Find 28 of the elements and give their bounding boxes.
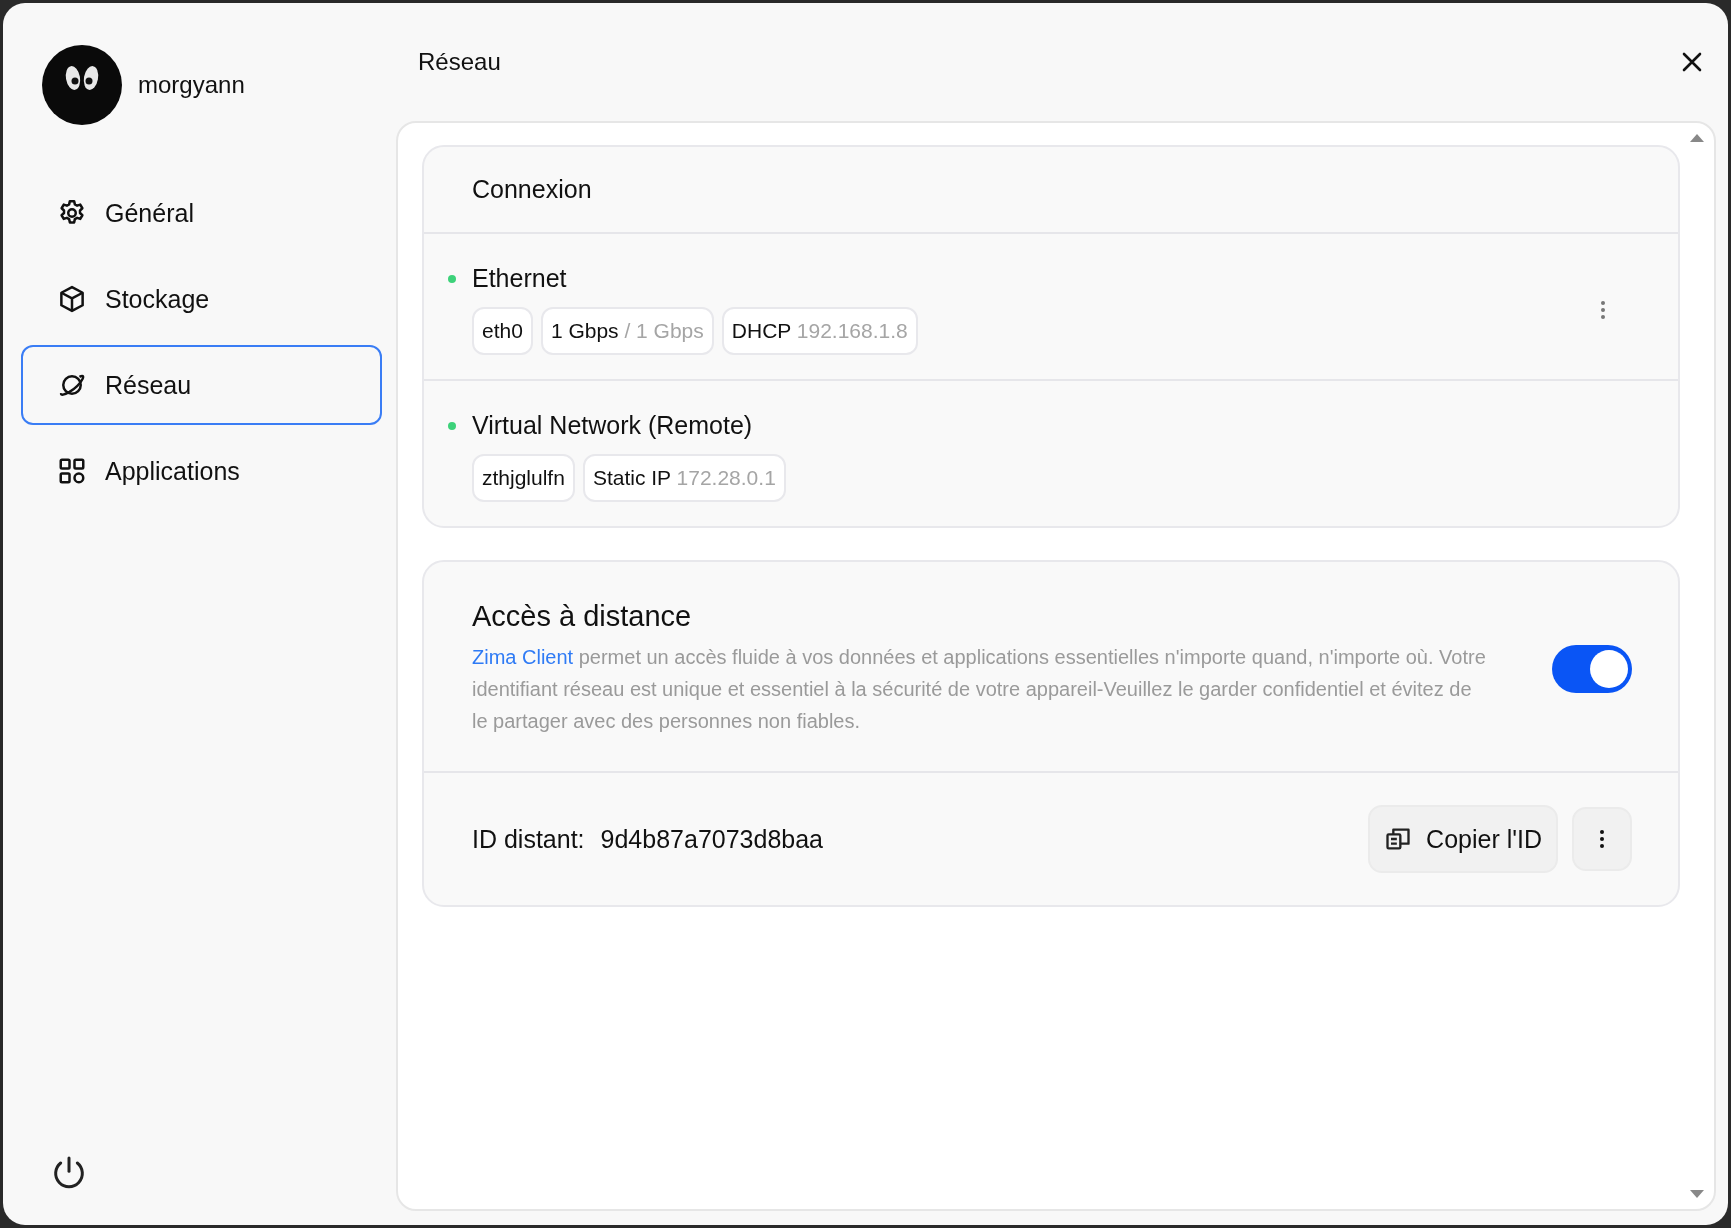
tag: 1 Gbps / 1 Gbps: [540, 307, 714, 355]
id-label: ID distant:: [472, 824, 585, 854]
tag: DHCP 192.168.1.8: [721, 307, 918, 355]
scroll-up-icon[interactable]: [1689, 133, 1705, 143]
connection-name: Ethernet: [472, 264, 567, 293]
more-icon[interactable]: [1600, 299, 1606, 320]
copy-id-button[interactable]: Copier l'ID: [1368, 805, 1558, 873]
sidebar-item[interactable]: Applications: [21, 431, 382, 511]
sidebar-item[interactable]: Stockage: [21, 259, 382, 339]
zima-client-link[interactable]: Zima Client: [472, 646, 574, 668]
card-title: Connexion: [424, 147, 1678, 234]
more-icon: [1599, 829, 1605, 849]
toggle-switch[interactable]: [1552, 644, 1632, 693]
id-value: 9d4b87a7073d8baa: [600, 824, 824, 854]
tag: Static IP 172.28.0.1: [582, 454, 786, 502]
close-icon[interactable]: [1680, 50, 1704, 74]
sidebar-item[interactable]: Général: [21, 173, 382, 253]
tag: zthjglulfn: [472, 454, 575, 502]
cube-icon: [57, 284, 87, 314]
username: morgyann: [138, 71, 245, 99]
sidebar-item[interactable]: Réseau: [21, 345, 382, 425]
tag: eth0: [472, 307, 533, 355]
page-title: Réseau: [418, 48, 501, 76]
card-title: Accès à distance: [472, 600, 693, 633]
description: Zima Client permet un accès fluide à vos données et applications essentielles n'importe quand, n'importe où. Votre identifiant réseau est unique et essentiel à la sécurité de votre appareil-Veuillez le garder confidentiel et évitez de le partager avec des personnes non fiables.: [472, 645, 1487, 734]
grid-icon: [57, 456, 87, 486]
scroll-down-icon[interactable]: [1689, 1189, 1705, 1199]
connection-name: Virtual Network (Remote): [472, 411, 753, 440]
